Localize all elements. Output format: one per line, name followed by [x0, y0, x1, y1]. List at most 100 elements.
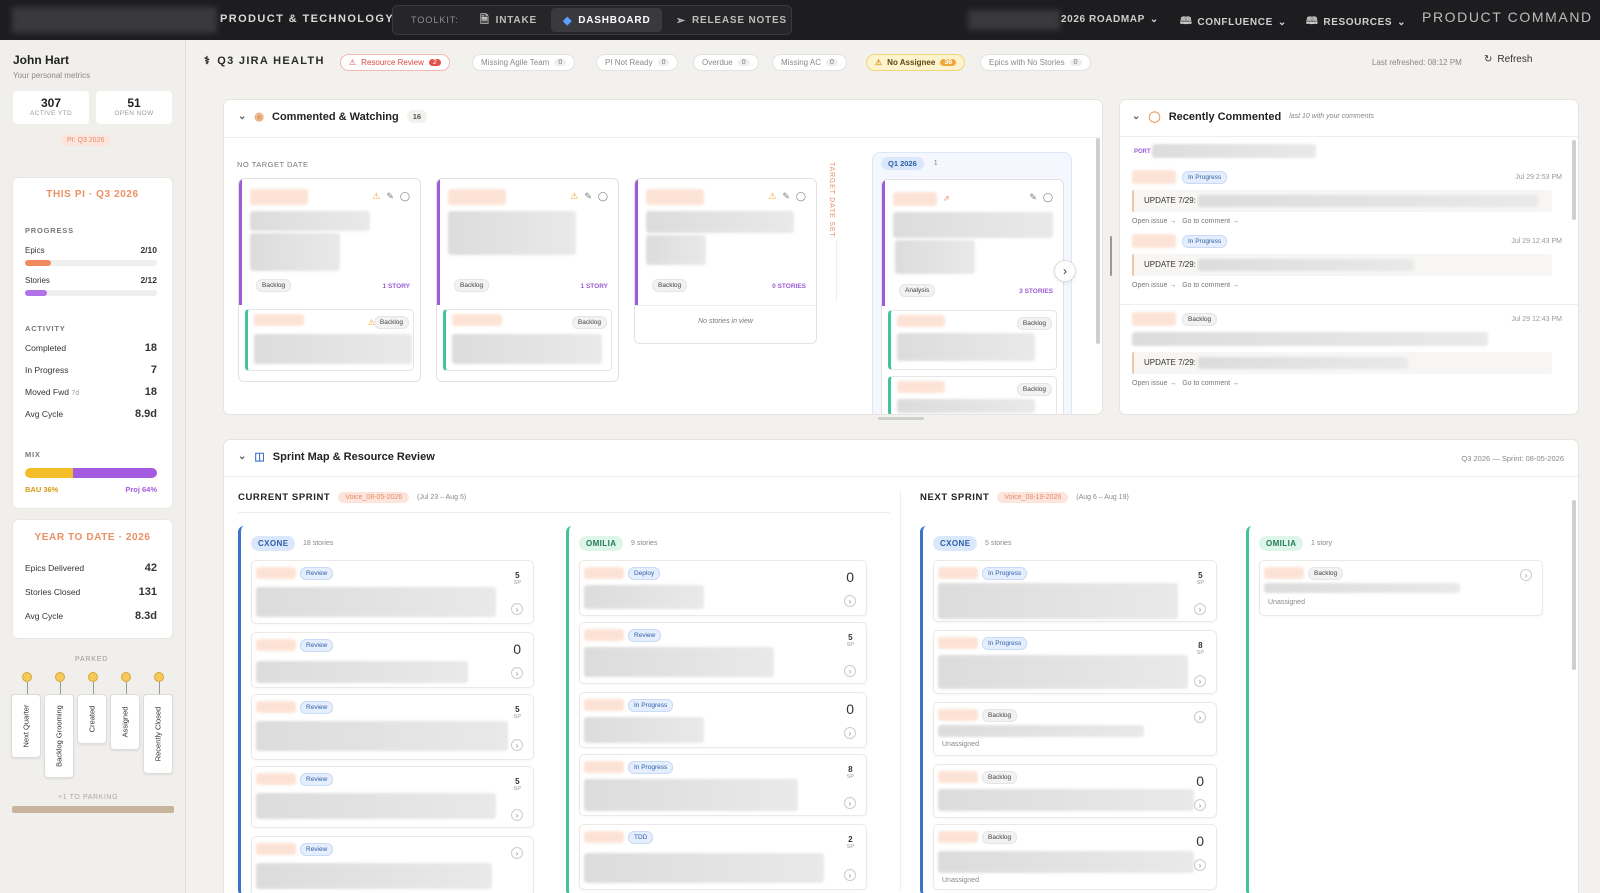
edit-icon[interactable]: ✎ [386, 191, 394, 202]
chevron-right-icon[interactable]: › [511, 739, 523, 751]
epic-card[interactable]: ⚠ ✎ ◯ Backlog 1 STORY Backlog [436, 178, 619, 382]
chevron-right-icon[interactable]: › [844, 797, 856, 809]
scrollbar[interactable] [1572, 500, 1576, 670]
epic-card[interactable]: ⇗ ✎ ◯ Analysis 3 STORIES Backlog Backlog [881, 179, 1064, 414]
epic-card[interactable]: ⚠ ✎ ◯ Backlog 0 STORIES No stories in view [634, 178, 817, 344]
comment-icon[interactable]: ◯ [400, 191, 410, 202]
chevron-right-icon[interactable]: › [844, 869, 856, 881]
open-issue-link[interactable]: Open issue → [1132, 218, 1176, 225]
parked-tag-created[interactable]: Created [77, 694, 107, 744]
story-card[interactable]: ⚠ Backlog [245, 309, 414, 371]
story-card[interactable]: Backlog [888, 310, 1057, 370]
chip-missing-ac[interactable]: Missing AC 0 [772, 54, 847, 71]
chevron-right-icon[interactable]: › [1194, 711, 1206, 723]
company-logo[interactable] [12, 7, 217, 33]
roadmap-menu[interactable]: 2026 ROADMAP ⌄ [1061, 14, 1159, 25]
story-card[interactable]: Deploy 0 › [579, 560, 867, 616]
go-to-comment-link[interactable]: Go to comment → [1182, 218, 1239, 225]
pin-icon [22, 672, 32, 682]
chip-no-assignee[interactable]: ⚠ No Assignee 36 [866, 54, 966, 71]
story-card[interactable]: Review 5 SP › [251, 694, 534, 760]
edit-icon[interactable]: ✎ [1029, 192, 1037, 203]
story-card[interactable]: Review › [251, 836, 534, 893]
open-issue-link[interactable]: Open issue → [1132, 282, 1176, 289]
story-card[interactable]: Review 0 › [251, 632, 534, 688]
chevron-right-icon[interactable]: › [1194, 799, 1206, 811]
chevron-down-icon[interactable]: ⌄ [238, 451, 246, 462]
parked-tag-backlog-grooming[interactable]: Backlog Grooming [44, 694, 74, 778]
story-card[interactable]: TDD 2 SP › [579, 824, 867, 890]
intake-button[interactable]: 🗎 INTAKE [468, 8, 549, 32]
recent-header[interactable]: ⌄ ◯ Recently Commented last 10 with your co… [1132, 110, 1374, 124]
scroll-right-button[interactable]: › [1054, 260, 1076, 282]
story-card[interactable]: Review 5 SP › [251, 766, 534, 828]
chip-epics-no-stories[interactable]: Epics with No Stories 0 [980, 54, 1091, 71]
chip-resource-review[interactable]: ⚠ Resource Review 2 [340, 54, 450, 71]
go-to-comment-link[interactable]: Go to comment → [1182, 380, 1239, 387]
go-to-comment-link[interactable]: Go to comment → [1182, 282, 1239, 289]
parked-tag-next-quarter[interactable]: Next Quarter [11, 694, 41, 758]
comment-item[interactable]: In Progress Jul 29 2:53 PM UPDATE 7/29: … [1132, 170, 1562, 230]
story-card[interactable]: Backlog Unassigned › [933, 702, 1217, 756]
story-card[interactable]: In Progress 8 SP › [933, 630, 1217, 694]
chevron-right-icon[interactable]: › [1194, 675, 1206, 687]
horizontal-scrollbar[interactable] [878, 417, 924, 420]
comment-icon[interactable]: ◯ [598, 191, 608, 202]
external-link-icon[interactable]: ⇗ [943, 194, 950, 203]
epic-card[interactable]: ⚠ ✎ ◯ Backlog 1 STORY ⚠ Backlog [238, 178, 421, 382]
chevron-right-icon[interactable]: › [511, 603, 523, 615]
dashboard-button[interactable]: ◆ DASHBOARD [551, 8, 663, 32]
story-card[interactable]: In Progress 8 SP › [579, 754, 867, 816]
story-card[interactable]: Review 5 SP › [251, 560, 534, 624]
chevron-down-icon[interactable]: ⌄ [238, 111, 246, 122]
chevron-right-icon[interactable]: › [844, 727, 856, 739]
edit-icon[interactable]: ✎ [782, 191, 790, 202]
resize-handle[interactable] [1110, 236, 1112, 276]
story-card[interactable]: Backlog [888, 376, 1057, 414]
story-card[interactable]: Backlog Unassigned 0 › [933, 824, 1217, 890]
comment-icon[interactable]: ◯ [796, 191, 806, 202]
story-card[interactable]: Review 5 SP › [579, 622, 867, 684]
scrollbar[interactable] [1096, 138, 1100, 344]
chevron-right-icon[interactable]: › [844, 665, 856, 677]
chevron-right-icon[interactable]: › [511, 847, 523, 859]
comment-item[interactable]: In Progress Jul 29 12:43 PM UPDATE 7/29:… [1132, 234, 1562, 294]
sprint-header[interactable]: ⌄ ◫ Sprint Map & Resource Review [238, 450, 435, 464]
story-card[interactable]: In Progress 0 › [579, 692, 867, 748]
refresh-button[interactable]: ↻ Refresh [1484, 54, 1532, 65]
open-issue-link[interactable]: Open issue → [1132, 380, 1176, 387]
comment-item[interactable]: Backlog Jul 29 12:43 PM UPDATE 7/29: Ope… [1132, 312, 1562, 392]
parked-tag-recently-closed[interactable]: Recently Closed [143, 694, 173, 774]
sprint-chip[interactable]: Voice_08-05-2026 [338, 492, 410, 503]
chevron-right-icon[interactable]: › [1194, 859, 1206, 871]
chevron-down-icon[interactable]: ⌄ [1132, 111, 1140, 122]
chevron-right-icon[interactable]: › [1194, 603, 1206, 615]
story-card[interactable]: In Progress 5 SP › [933, 560, 1217, 622]
chip-missing-agile-team[interactable]: Missing Agile Team 0 [472, 54, 576, 71]
team-tag: OMILIA [579, 536, 624, 551]
story-card[interactable]: Backlog 0 › [933, 764, 1217, 818]
sprint-chip[interactable]: Voice_08-19-2026 [997, 492, 1069, 503]
chip-pi-not-ready[interactable]: PI Not Ready 0 [596, 54, 679, 71]
chevron-right-icon[interactable]: › [1520, 569, 1532, 581]
edit-icon[interactable]: ✎ [584, 191, 592, 202]
chevron-right-icon[interactable]: › [844, 595, 856, 607]
chevron-right-icon[interactable]: › [511, 667, 523, 679]
parked-tag-assigned[interactable]: Assigned [110, 694, 140, 750]
redacted-nav-item[interactable] [968, 10, 1060, 30]
status-pill: Backlog [652, 279, 688, 292]
comment-date: Jul 29 12:43 PM [1511, 238, 1562, 245]
chevron-right-icon[interactable]: › [511, 809, 523, 821]
comment-icon[interactable]: ◯ [1043, 192, 1053, 203]
story-card[interactable]: Backlog [443, 309, 612, 371]
pin-string [159, 682, 160, 694]
resources-menu[interactable]: 🕮 RESOURCES ⌄ [1306, 14, 1406, 31]
comment-date: Jul 29 12:43 PM [1511, 316, 1562, 323]
chip-overdue[interactable]: Overdue 0 [693, 54, 759, 71]
confluence-menu[interactable]: 🕮 CONFLUENCE ⌄ [1180, 14, 1287, 31]
story-points: 0 [1196, 833, 1204, 849]
story-card[interactable]: Backlog Unassigned › [1259, 560, 1543, 616]
scrollbar[interactable] [1572, 140, 1576, 220]
release-notes-button[interactable]: ➢ RELEASE NOTES [664, 8, 799, 32]
watching-header[interactable]: ⌄ ◉ Commented & Watching 16 [238, 110, 428, 123]
